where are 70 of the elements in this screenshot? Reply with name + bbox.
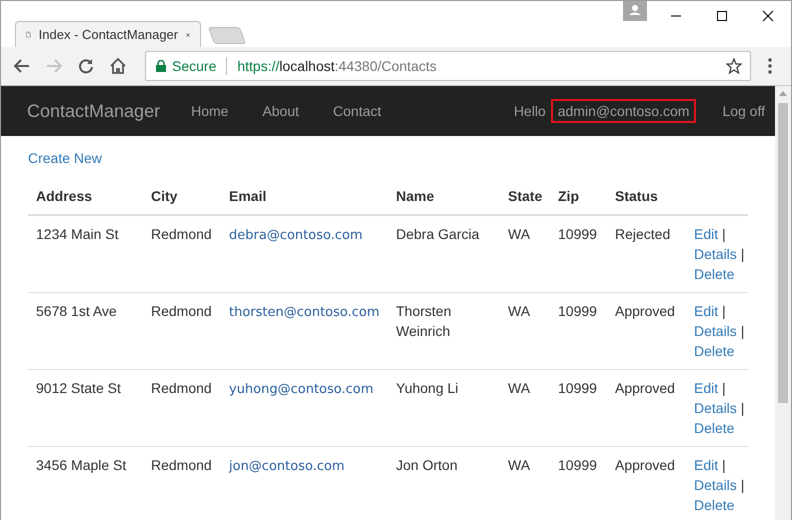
table-cell: Debra Garcia	[388, 215, 500, 292]
action-link[interactable]: Details	[694, 246, 737, 262]
column-header: Zip	[550, 178, 607, 215]
action-link[interactable]: Details	[694, 400, 737, 416]
table-cell: Approved	[607, 370, 686, 446]
secure-label: Secure	[172, 58, 216, 74]
table-cell: WA	[500, 446, 550, 520]
table-cell: Redmond	[143, 446, 221, 520]
table-cell: 10999	[550, 370, 607, 446]
column-header: State	[500, 178, 550, 215]
separator-text: |	[722, 380, 726, 396]
email-link[interactable]: debra@contoso.com	[229, 228, 363, 243]
table-cell: 10999	[550, 446, 607, 520]
action-link[interactable]: Edit	[694, 226, 718, 242]
address-bar[interactable]: Secure https://localhost:44380/Contacts	[145, 51, 751, 81]
nav-link[interactable]: About	[262, 103, 300, 119]
action-link[interactable]: Delete	[694, 343, 734, 359]
nav-link[interactable]: Home	[191, 103, 228, 119]
table-cell: Redmond	[143, 215, 221, 292]
email-link[interactable]: yuhong@contoso.com	[229, 382, 374, 397]
brand-link[interactable]: ContactManager	[27, 100, 160, 122]
star-icon[interactable]	[726, 58, 742, 74]
user-link[interactable]: admin@contoso.com	[550, 99, 696, 123]
logoff-link[interactable]: Log off	[722, 103, 765, 119]
browser-tab[interactable]: Index - ContactManager	[15, 21, 201, 47]
separator-text: |	[740, 246, 744, 262]
action-link[interactable]: Details	[694, 323, 737, 339]
column-header: Address	[28, 178, 143, 215]
separator-text: |	[740, 323, 744, 339]
table-cell: Approved	[607, 292, 686, 370]
lock-icon	[156, 60, 166, 72]
table-cell: WA	[500, 215, 550, 292]
table-cell: 9012 State St	[28, 370, 143, 446]
table-cell: WA	[500, 292, 550, 370]
separator-text: |	[722, 226, 726, 242]
column-header: City	[143, 178, 221, 215]
table-cell: 10999	[550, 292, 607, 370]
table-cell: 5678 1st Ave	[28, 292, 143, 370]
table-cell: 3456 Maple St	[28, 446, 143, 520]
action-link[interactable]: Edit	[694, 303, 718, 319]
email-link[interactable]: thorsten@contoso.com	[229, 305, 380, 320]
create-new-link[interactable]: Create New	[28, 150, 102, 166]
action-link[interactable]: Delete	[694, 420, 734, 436]
separator-text: |	[722, 303, 726, 319]
greeting-text: Hello	[514, 103, 546, 119]
table-cell: Redmond	[143, 292, 221, 370]
table-cell: 10999	[550, 215, 607, 292]
table-cell: Approved	[607, 446, 686, 520]
email-link[interactable]: jon@contoso.com	[229, 459, 345, 474]
table-cell: 1234 Main St	[28, 215, 143, 292]
table-cell: Rejected	[607, 215, 686, 292]
action-link[interactable]: Edit	[694, 380, 718, 396]
separator-text: |	[740, 400, 744, 416]
separator-text: |	[740, 477, 744, 493]
table-cell: Yuhong Li	[388, 370, 500, 446]
scrollbar-thumb[interactable]	[778, 103, 788, 403]
nav-link[interactable]: Contact	[333, 103, 382, 119]
action-link[interactable]: Edit	[694, 457, 718, 473]
column-header: Name	[388, 178, 500, 215]
table-cell: Jon Orton	[388, 446, 500, 520]
table-cell: Redmond	[143, 370, 221, 446]
table-cell: Thorsten Weinrich	[388, 292, 500, 370]
separator-text: |	[722, 457, 726, 473]
column-header: Email	[221, 178, 388, 215]
action-link[interactable]: Delete	[694, 266, 734, 282]
url-text: https://localhost:44380/Contacts	[237, 58, 438, 74]
column-header: Status	[607, 178, 686, 215]
action-link[interactable]: Details	[694, 477, 737, 493]
action-link[interactable]: Delete	[694, 497, 734, 513]
table-cell: WA	[500, 370, 550, 446]
